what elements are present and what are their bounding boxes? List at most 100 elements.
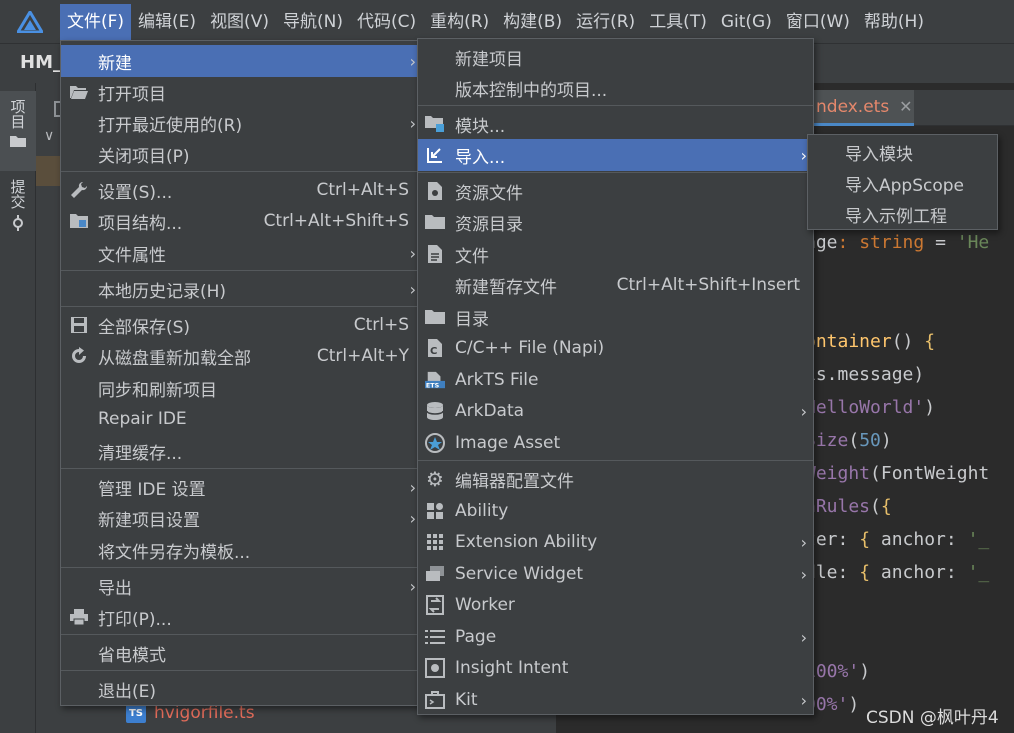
new-menu-scratch-file[interactable]: 新建暂存文件 Ctrl+Alt+Shift+Insert bbox=[418, 269, 813, 301]
menu-git[interactable]: Git(G) bbox=[714, 4, 779, 40]
folder-icon bbox=[425, 307, 445, 327]
new-menu-ability[interactable]: Ability bbox=[418, 495, 813, 527]
close-icon[interactable]: ✕ bbox=[899, 97, 912, 116]
new-menu-cpp-file[interactable]: C C/C++ File (Napi) bbox=[418, 332, 813, 364]
code-line: 100%') bbox=[805, 661, 871, 682]
new-menu-worker[interactable]: Worker bbox=[418, 589, 813, 621]
chevron-down-icon[interactable]: ∨ bbox=[44, 128, 54, 144]
new-menu-image-asset[interactable]: Image Asset bbox=[418, 427, 813, 459]
file-menu-new[interactable]: 新建 › bbox=[61, 45, 422, 77]
save-icon bbox=[69, 315, 89, 335]
code-line: nRules({ bbox=[805, 496, 892, 517]
menu-separator bbox=[418, 105, 813, 106]
database-icon bbox=[425, 401, 445, 421]
menu-window[interactable]: 窗口(W) bbox=[779, 4, 857, 40]
menu-separator bbox=[61, 670, 422, 671]
menu-code[interactable]: 代码(C) bbox=[350, 4, 423, 40]
new-menu-service-widget[interactable]: Service Widget › bbox=[418, 558, 813, 590]
ets-file-icon: ETS bbox=[425, 370, 445, 390]
import-menu-sample[interactable]: 导入示例工程 bbox=[808, 199, 997, 230]
chevron-right-icon: › bbox=[800, 532, 807, 552]
file-menu-print[interactable]: 打印(P)... bbox=[61, 601, 422, 633]
new-menu-page[interactable]: Page › bbox=[418, 621, 813, 653]
import-submenu: 导入模块 导入AppScope 导入示例工程 bbox=[807, 134, 998, 230]
menu-file[interactable]: 文件(F) bbox=[60, 3, 132, 40]
file-menu-sync-refresh[interactable]: 同步和刷新项目 bbox=[61, 372, 422, 404]
app-logo-icon[interactable] bbox=[0, 0, 60, 43]
menu-navigate[interactable]: 导航(N) bbox=[276, 4, 350, 40]
file-menu-repair-ide[interactable]: Repair IDE bbox=[61, 403, 422, 435]
new-menu-extension-ability[interactable]: Extension Ability › bbox=[418, 526, 813, 558]
new-menu-vcs-project[interactable]: 版本控制中的项目... bbox=[418, 72, 813, 104]
file-menu-power-save[interactable]: 省电模式 bbox=[61, 637, 422, 669]
file-menu-save-all[interactable]: 全部保存(S) Ctrl+S bbox=[61, 309, 422, 341]
code-line: ter: { anchor: '_ bbox=[805, 529, 990, 550]
service-widget-icon bbox=[425, 564, 445, 584]
import-menu-appscope[interactable]: 导入AppScope bbox=[808, 168, 997, 199]
new-menu-project[interactable]: 新建项目 bbox=[418, 41, 813, 73]
menu-tools[interactable]: 工具(T) bbox=[642, 4, 714, 40]
new-menu-resource-dir[interactable]: 资源目录 bbox=[418, 206, 813, 238]
project-tool-tab[interactable]: 项目 bbox=[0, 91, 36, 171]
menu-separator bbox=[418, 172, 813, 173]
extension-ability-icon bbox=[425, 532, 445, 552]
file-menu-file-properties[interactable]: 文件属性 › bbox=[61, 237, 422, 269]
new-menu-arkts-file[interactable]: ETS ArkTS File bbox=[418, 364, 813, 396]
file-menu-save-as-template[interactable]: 将文件另存为模板... bbox=[61, 534, 422, 566]
menu-separator bbox=[61, 634, 422, 635]
import-menu-module[interactable]: 导入模块 bbox=[808, 137, 997, 168]
file-menu: 新建 › 打开项目 打开最近使用的(R) › 关闭项目(P) 设置(S)... … bbox=[60, 40, 423, 706]
new-menu-arkdata[interactable]: ArkData › bbox=[418, 395, 813, 427]
module-icon bbox=[425, 114, 445, 134]
project-name[interactable]: HM_ bbox=[20, 52, 62, 73]
new-menu-file[interactable]: 文件 bbox=[418, 238, 813, 270]
new-menu-directory[interactable]: 目录 bbox=[418, 301, 813, 333]
file-menu-close-project[interactable]: 关闭项目(P) bbox=[61, 138, 422, 170]
code-line: is.message) bbox=[805, 364, 925, 385]
menu-separator bbox=[418, 460, 813, 461]
left-tool-strip: 项目 提交 bbox=[0, 83, 36, 733]
file-menu-open-recent[interactable]: 打开最近使用的(R) › bbox=[61, 107, 422, 139]
chevron-right-icon: › bbox=[800, 627, 807, 647]
new-menu-kit[interactable]: Kit › bbox=[418, 684, 813, 716]
file-menu-open-project[interactable]: 打开项目 bbox=[61, 76, 422, 108]
new-menu-resource-file[interactable]: 资源文件 bbox=[418, 175, 813, 207]
menu-edit[interactable]: 编辑(E) bbox=[131, 4, 203, 40]
folder-icon bbox=[425, 212, 445, 232]
menu-separator bbox=[61, 567, 422, 568]
import-icon bbox=[425, 145, 445, 165]
print-icon bbox=[69, 607, 89, 627]
file-menu-new-project-settings[interactable]: 新建项目设置 › bbox=[61, 502, 422, 534]
chevron-right-icon: › bbox=[409, 508, 416, 528]
menu-build[interactable]: 构建(B) bbox=[496, 4, 569, 40]
editor-file-tab[interactable]: ndex.ets ✕ bbox=[800, 90, 914, 126]
new-menu-editorconfig[interactable]: ⚙ 编辑器配置文件 bbox=[418, 463, 813, 495]
tree-file-item[interactable]: TS hvigorfile.ts bbox=[126, 703, 255, 723]
folder-open-icon bbox=[69, 82, 89, 102]
menu-help[interactable]: 帮助(H) bbox=[857, 4, 931, 40]
menu-run[interactable]: 运行(R) bbox=[569, 4, 642, 40]
new-menu-insight-intent[interactable]: Insight Intent bbox=[418, 652, 813, 684]
file-menu-project-structure[interactable]: 项目结构... Ctrl+Alt+Shift+S bbox=[61, 205, 422, 237]
file-menu-manage-ide-settings[interactable]: 管理 IDE 设置 › bbox=[61, 471, 422, 503]
file-icon bbox=[425, 244, 445, 264]
menu-separator bbox=[61, 306, 422, 307]
file-menu-exit[interactable]: 退出(E) bbox=[61, 673, 422, 705]
file-menu-clear-cache[interactable]: 清理缓存... bbox=[61, 435, 422, 467]
file-menu-export[interactable]: 导出 › bbox=[61, 570, 422, 602]
menu-refactor[interactable]: 重构(R) bbox=[423, 4, 496, 40]
commit-tool-tab[interactable]: 提交 bbox=[0, 179, 36, 249]
file-menu-reload-all[interactable]: 从磁盘重新加载全部 Ctrl+Alt+Y bbox=[61, 340, 422, 372]
editor-tab-label: ndex.ets bbox=[816, 96, 890, 117]
folder-icon bbox=[10, 136, 26, 147]
new-submenu: 新建项目 版本控制中的项目... 模块... 导入... › 资源文件 资源目录… bbox=[417, 38, 814, 715]
project-tool-label: 项目 bbox=[8, 99, 27, 129]
menu-view[interactable]: 视图(V) bbox=[203, 4, 276, 40]
new-menu-module[interactable]: 模块... bbox=[418, 108, 813, 140]
new-menu-import[interactable]: 导入... › bbox=[418, 139, 813, 171]
worker-icon bbox=[425, 595, 445, 615]
wrench-icon bbox=[69, 180, 89, 200]
code-line: age: string = 'He bbox=[805, 232, 990, 253]
file-menu-settings[interactable]: 设置(S)... Ctrl+Alt+S bbox=[61, 174, 422, 206]
file-menu-local-history[interactable]: 本地历史记录(H) › bbox=[61, 273, 422, 305]
